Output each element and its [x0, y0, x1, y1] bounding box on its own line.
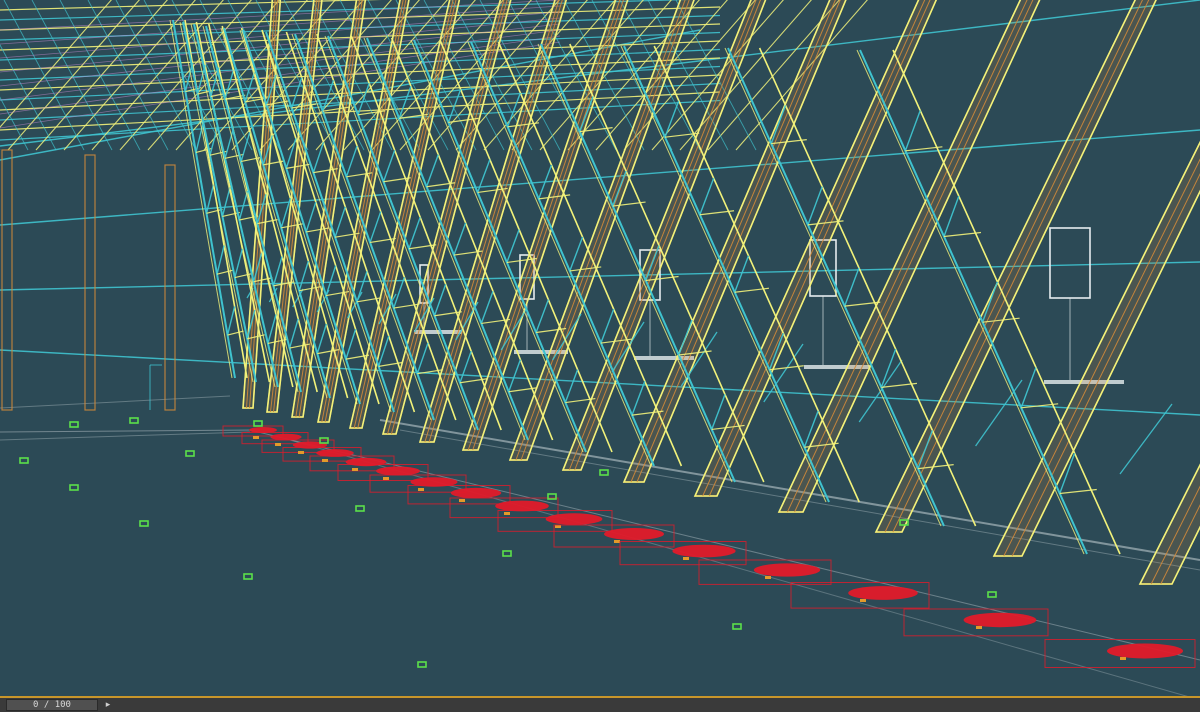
footing-pad [545, 513, 603, 525]
footing-anchor [352, 468, 358, 471]
footing-anchor [614, 540, 620, 543]
footing-anchor [860, 599, 866, 602]
footing-pad [376, 466, 420, 476]
footing-anchor [1120, 657, 1126, 660]
chevron-right-icon[interactable]: ▸ [102, 699, 114, 711]
footing-anchor [976, 626, 982, 629]
footing-pad [495, 500, 549, 512]
footing-anchor [683, 557, 689, 560]
footing-anchor [275, 443, 281, 446]
footing-pad [604, 528, 664, 540]
footing-anchor [504, 512, 510, 515]
footing-pad [753, 563, 821, 577]
footing-anchor [418, 488, 424, 491]
footing-pad [963, 612, 1037, 628]
footing-pad [848, 586, 918, 600]
footing-anchor [765, 576, 771, 579]
footing-anchor [298, 451, 304, 454]
timeline-status-bar: 0 / 100 ▸ [0, 696, 1200, 712]
footing-anchor [459, 499, 465, 502]
time-slider-frame-field[interactable]: 0 / 100 [6, 699, 98, 711]
wireframe-scene[interactable] [0, 0, 1200, 696]
footing-anchor [383, 477, 389, 480]
footing-pad [1107, 643, 1183, 659]
footing-pad [450, 487, 502, 499]
perspective-viewport[interactable] [0, 0, 1200, 696]
footing-anchor [253, 436, 259, 439]
footing-anchor [322, 459, 328, 462]
footing-pad [672, 544, 736, 558]
footing-pad [270, 433, 302, 441]
max-style-app: 0 / 100 ▸ [0, 0, 1200, 712]
